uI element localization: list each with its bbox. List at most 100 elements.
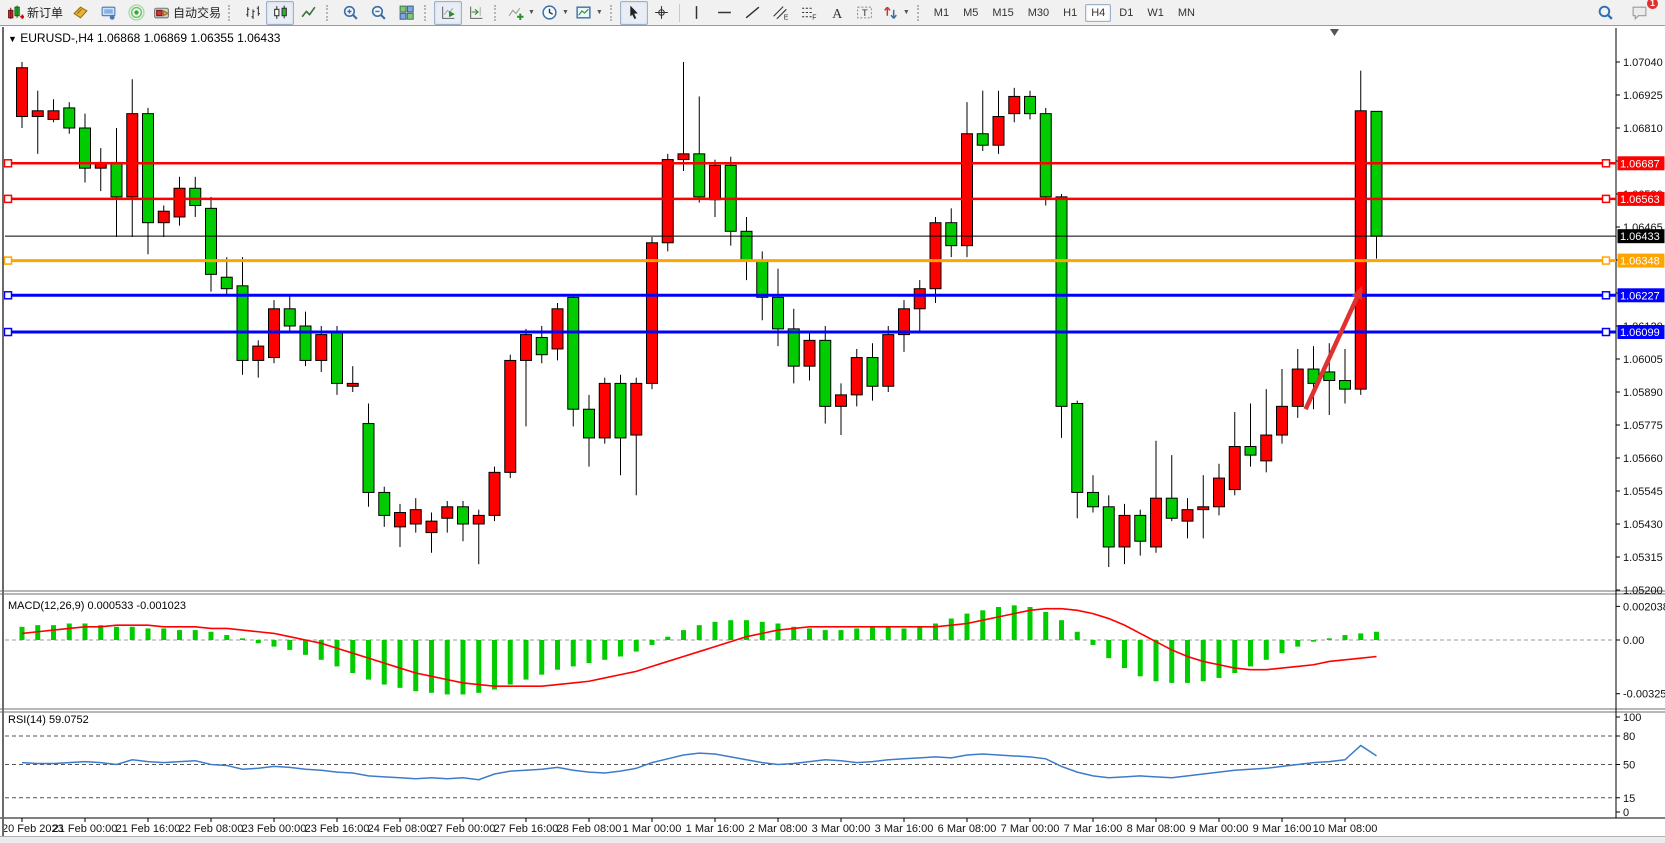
hline-handle[interactable] [5, 257, 12, 264]
chart-window[interactable]: 1.070401.069251.068101.066951.065801.064… [0, 27, 1665, 836]
candle-body [1182, 510, 1193, 521]
equidistant-channel-button[interactable]: E [767, 1, 795, 25]
macd-axis: 0.0020380.00-0.003256 [1616, 601, 1665, 700]
time-tick-label: 21 Feb 00:00 [53, 823, 118, 835]
chart-shift-button[interactable] [462, 1, 490, 25]
candle-body [473, 515, 484, 524]
timeframe-h4-button[interactable]: H4 [1085, 4, 1111, 22]
chart-symbol-dropdown-icon[interactable]: ▼ [8, 34, 17, 44]
svg-text:E: E [784, 14, 789, 21]
text-button[interactable]: A [823, 1, 851, 25]
auto-scroll-button[interactable] [434, 1, 462, 25]
new-order-button[interactable]: 新订单 [4, 1, 66, 25]
price-flag-1.06563: 1.06563 [1618, 192, 1665, 206]
timeframe-m5-button[interactable]: M5 [957, 4, 984, 22]
vertical-line-button[interactable] [683, 1, 711, 25]
zoom-in-button[interactable] [336, 1, 364, 25]
candle-body [64, 108, 75, 128]
candle-body [1355, 111, 1366, 389]
candle-body [662, 160, 673, 243]
hline-handle[interactable] [1603, 329, 1610, 336]
candle-body [757, 260, 768, 297]
candle-body [914, 289, 925, 309]
timeframe-m1-button[interactable]: M1 [928, 4, 955, 22]
svg-text:T: T [862, 8, 868, 19]
toolbar: 新订单 自动交易 ▼ ▼ ▼ E F A T ▼ M1M5M15M30H1H4D1W1MN 1 [0, 0, 1665, 26]
candle-body [284, 309, 295, 326]
timeframe-d1-button[interactable]: D1 [1113, 4, 1139, 22]
autotrading-button[interactable]: 自动交易 [150, 1, 224, 25]
hline-1.06348[interactable] [5, 257, 1617, 264]
search-button[interactable] [1591, 1, 1619, 25]
arrows-button[interactable]: ▼ [879, 1, 913, 25]
cursor-button[interactable] [620, 1, 648, 25]
candle-body [1119, 515, 1130, 547]
dropdown-caret-icon[interactable]: ▼ [528, 9, 535, 16]
candle-body [788, 329, 799, 366]
candle-body [206, 208, 217, 274]
candle-body [32, 111, 43, 117]
timeframe-h1-button[interactable]: H1 [1057, 4, 1083, 22]
line-chart-button[interactable] [294, 1, 322, 25]
indicators-button[interactable]: ▼ [504, 1, 538, 25]
hline-handle[interactable] [5, 195, 12, 202]
svg-text:80: 80 [1623, 731, 1635, 743]
svg-text:F: F [813, 14, 817, 21]
bar-chart-button[interactable] [238, 1, 266, 25]
candle-body [678, 154, 689, 160]
chart-title-text: EURUSD-,H4 1.06868 1.06869 1.06355 1.064… [20, 31, 280, 45]
price-tick-label: 1.05660 [1623, 453, 1663, 465]
dropdown-caret-icon[interactable]: ▼ [562, 9, 569, 16]
timeframe-m30-button[interactable]: M30 [1022, 4, 1055, 22]
hline-handle[interactable] [1603, 195, 1610, 202]
horizontal-line-button[interactable] [711, 1, 739, 25]
time-tick-label: 2 Mar 08:00 [749, 823, 808, 835]
timeframe-mn-button[interactable]: MN [1172, 4, 1201, 22]
signals-button[interactable] [122, 1, 150, 25]
chat-icon [1631, 4, 1648, 21]
chart-canvas[interactable]: 1.070401.069251.068101.066951.065801.064… [0, 27, 1665, 836]
candle-body [426, 521, 437, 532]
candle-body [1088, 492, 1099, 506]
price-tick-label: 1.06810 [1623, 123, 1663, 135]
candle-body [773, 297, 784, 329]
templates-button[interactable]: ▼ [572, 1, 606, 25]
candle-body [158, 211, 169, 222]
fibonacci-button[interactable]: F [795, 1, 823, 25]
trend-arrow-annotation[interactable] [1306, 286, 1363, 409]
hline-handle[interactable] [1603, 292, 1610, 299]
templates-icon [575, 4, 592, 21]
time-tick-label: 24 Feb 08:00 [368, 823, 433, 835]
chart-shift-marker[interactable] [1330, 29, 1339, 36]
time-tick-label: 9 Mar 00:00 [1190, 823, 1249, 835]
dropdown-caret-icon[interactable]: ▼ [596, 9, 603, 16]
trendline-button[interactable] [739, 1, 767, 25]
candle-body [820, 340, 831, 406]
mt4-window: 新订单 自动交易 ▼ ▼ ▼ E F A T ▼ M1M5M15M30H1H4D1W1MN 1 1.0… [0, 0, 1665, 843]
tile-windows-button[interactable] [392, 1, 420, 25]
svg-text:A: A [833, 6, 843, 21]
timeframe-m15-button[interactable]: M15 [986, 4, 1019, 22]
candlestick-button[interactable] [266, 1, 294, 25]
time-tick-label: 22 Feb 08:00 [179, 823, 244, 835]
crosshair-button[interactable] [648, 1, 676, 25]
text-label-button[interactable]: T [851, 1, 879, 25]
candlesticks[interactable] [17, 62, 1383, 567]
candle-body [1166, 498, 1177, 518]
hline-handle[interactable] [5, 160, 12, 167]
dropdown-caret-icon[interactable]: ▼ [903, 9, 910, 16]
hline-handle[interactable] [5, 292, 12, 299]
timeframe-w1-button[interactable]: W1 [1141, 4, 1170, 22]
market-watch-button[interactable] [94, 1, 122, 25]
zoom-out-button[interactable] [364, 1, 392, 25]
periods-button[interactable]: ▼ [538, 1, 572, 25]
notifications-button[interactable]: 1 [1625, 1, 1653, 25]
svg-text:-0.003256: -0.003256 [1623, 689, 1665, 701]
price-list-button[interactable] [66, 1, 94, 25]
hline-handle[interactable] [5, 329, 12, 336]
hline-handle[interactable] [1603, 257, 1610, 264]
candle-body [521, 335, 532, 361]
hline-handle[interactable] [1603, 160, 1610, 167]
time-tick-label: 1 Mar 16:00 [686, 823, 745, 835]
candle-body [410, 510, 421, 524]
